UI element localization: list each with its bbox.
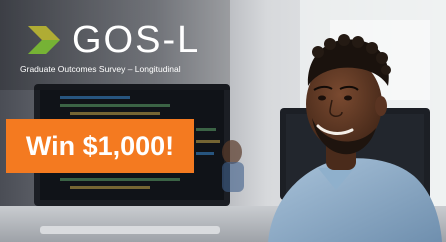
promo-banner[interactable]: GOS-L Graduate Outcomes Survey – Longitu… [0,0,446,242]
cta-label: Win $1,000! [25,130,175,161]
brand-name: GOS-L [72,19,201,61]
brand-logo: GOS-L [24,20,200,60]
brand-subtitle: Graduate Outcomes Survey – Longitudinal [20,64,181,74]
win-prize-button[interactable]: Win $1,000! [6,119,194,173]
chevron-arrow-icon [28,26,60,54]
